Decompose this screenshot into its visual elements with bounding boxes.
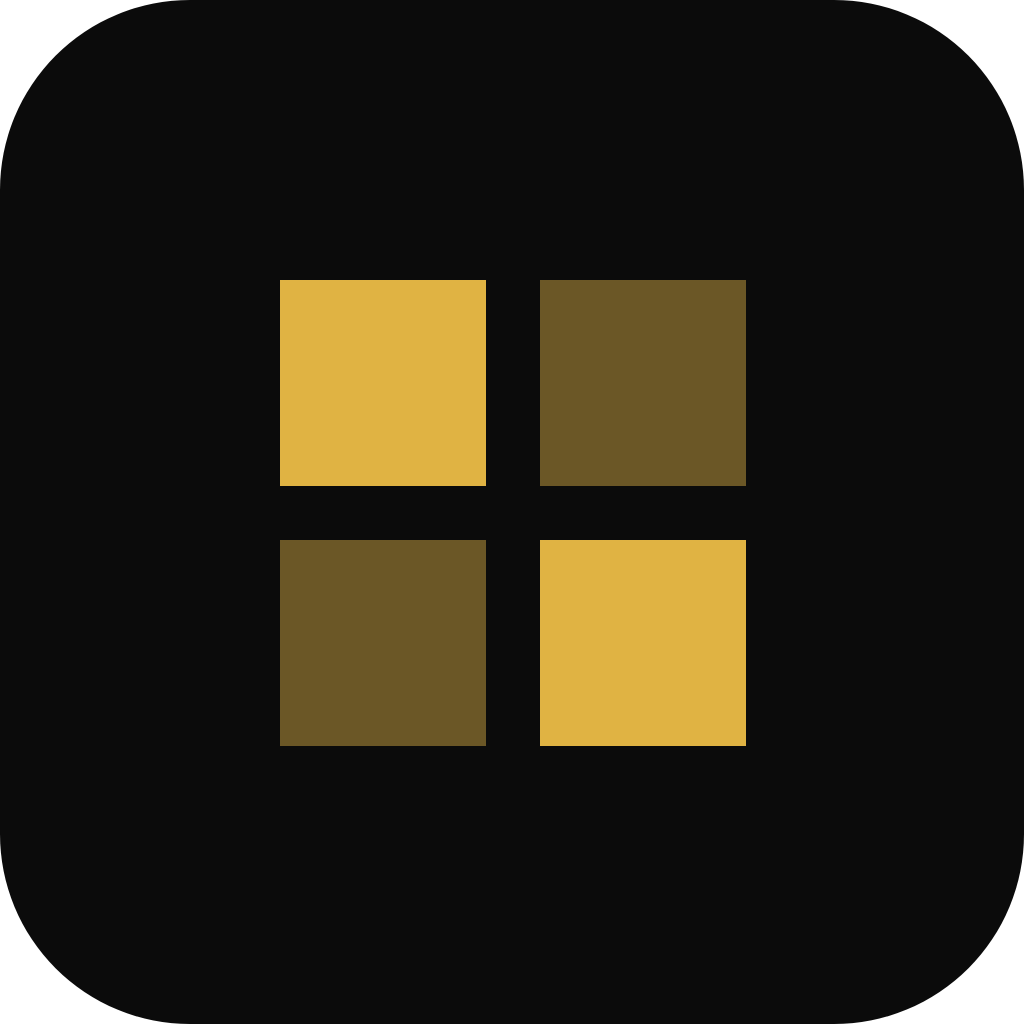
grid-tile-top-right xyxy=(540,280,746,486)
grid-tile-top-left xyxy=(280,280,486,486)
app-icon xyxy=(0,0,1024,1024)
grid-tile-bottom-right xyxy=(540,540,746,746)
grid-tile-bottom-left xyxy=(280,540,486,746)
